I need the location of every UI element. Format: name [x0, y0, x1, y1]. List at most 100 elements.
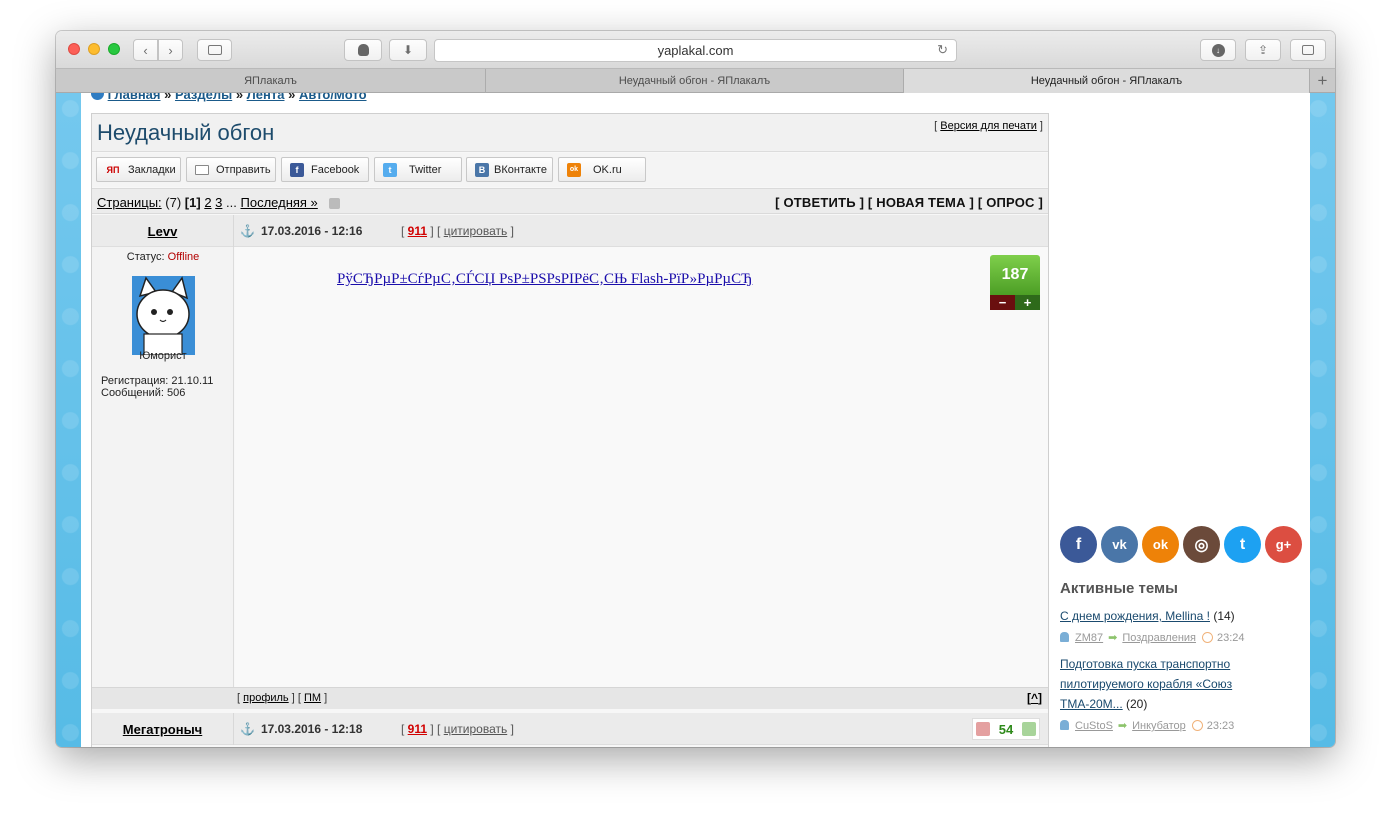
author-link[interactable]: Levv: [148, 224, 178, 239]
tab-title: ЯПлакалъ: [244, 75, 297, 87]
tab-topic-active[interactable]: Неудачный обгон - ЯПлакалъ: [904, 69, 1310, 93]
active-topic-item: Подготовка пуска транспортно пилотируемо…: [1060, 654, 1295, 714]
minus-icon: −: [998, 295, 1007, 310]
ok-icon[interactable]: ok: [1142, 526, 1179, 563]
sidebar-icon: [207, 45, 222, 55]
rating-plus-button[interactable]: +: [1015, 295, 1040, 310]
download-extension-button[interactable]: ⬇: [389, 39, 427, 61]
reply-button[interactable]: ОТВЕТИТЬ: [783, 195, 855, 210]
page-last-link[interactable]: Последняя »: [241, 195, 318, 210]
pm-link[interactable]: ПМ: [304, 692, 321, 704]
anchor-icon[interactable]: ⚓: [240, 722, 255, 736]
tab-topic-1[interactable]: Неудачный обгон - ЯПлакалъ: [486, 69, 904, 93]
profile-link[interactable]: профиль: [243, 692, 289, 704]
post-date: ⚓ 17.03.2016 - 12:18: [240, 722, 362, 736]
user-icon: [1060, 720, 1069, 730]
post-body: Статус: Offline Юморист Регистрация: 21.…: [92, 247, 1048, 687]
thumbs-down-icon[interactable]: [976, 722, 990, 736]
post-datetime: 17.03.2016 - 12:18: [260, 722, 363, 736]
post-author: Levv: [92, 215, 234, 247]
share-label: Закладки: [128, 163, 176, 176]
topic-user-link[interactable]: ZM87: [1075, 632, 1103, 644]
post-header: Levv ⚓ 17.03.2016 - 12:16 [ 911 ] [ цитир…: [92, 215, 1048, 247]
twitter-icon[interactable]: t: [1224, 526, 1261, 563]
home-icon[interactable]: [91, 93, 104, 100]
post-content: РўСЂРµР±СѓРµС‚СЃСЏ РѕР±РЅРѕРІРёС‚СЊ Flas…: [235, 247, 1048, 687]
thumbs-up-icon[interactable]: [1022, 722, 1036, 736]
active-topic-link[interactable]: С днем рождения, Mellina !: [1060, 609, 1210, 623]
browser-window: ‹ › ⬇ yaplakal.com ↻ ↓ ⇪ ЯПлакалъ Неудач…: [56, 31, 1335, 747]
pages-label[interactable]: Страницы:: [97, 195, 162, 210]
privacy-extension-button[interactable]: [344, 39, 382, 61]
zoom-window-button[interactable]: [108, 43, 120, 55]
address-bar[interactable]: yaplakal.com ↻: [434, 39, 957, 62]
poll-button[interactable]: ОПРОС: [986, 195, 1034, 210]
clock-icon: [1191, 720, 1203, 731]
new-topic-button[interactable]: НОВАЯ ТЕМА: [876, 195, 965, 210]
facebook-share-button[interactable]: f Facebook: [281, 157, 369, 182]
topic-section-link[interactable]: Инкубатор: [1132, 720, 1186, 732]
user-icon: [1060, 632, 1069, 642]
back-button[interactable]: ‹: [133, 39, 158, 61]
active-topic-link[interactable]: Подготовка пуска транспортно: [1060, 657, 1230, 671]
post-number-link[interactable]: 911: [408, 224, 427, 238]
instagram-icon[interactable]: ◎: [1183, 526, 1220, 563]
quote-link[interactable]: цитировать: [444, 722, 508, 736]
okru-share-button[interactable]: ok OK.ru: [558, 157, 646, 182]
page-2-link[interactable]: 2: [204, 195, 211, 210]
sidebar-toggle-button[interactable]: [197, 39, 232, 61]
anchor-icon[interactable]: ⚓: [240, 224, 255, 238]
post-flash-link[interactable]: РўСЂРµР±СѓРµС‚СЃСЏ РѕР±РЅРѕРІРёС‚СЊ Flas…: [337, 271, 752, 288]
close-window-button[interactable]: [68, 43, 80, 55]
yap-icon: ЯП: [106, 164, 120, 175]
scroll-top-link[interactable]: ^: [1031, 691, 1038, 705]
vk-icon[interactable]: vk: [1101, 526, 1138, 563]
facebook-icon[interactable]: f: [1060, 526, 1097, 563]
active-topic-meta: CuStoS ➡ Инкубатор 23:23: [1060, 719, 1234, 732]
rating-minus-button[interactable]: −: [990, 295, 1015, 310]
tab-yaplakal-home[interactable]: ЯПлакалъ: [56, 69, 486, 93]
reload-icon[interactable]: ↻: [937, 42, 948, 58]
active-topic-link[interactable]: ТМА-20М...: [1060, 697, 1123, 711]
twitter-icon: t: [383, 162, 397, 177]
new-tab-button[interactable]: +: [1310, 69, 1335, 93]
vkontakte-share-button[interactable]: В ВКонтакте: [466, 157, 553, 182]
print-version-link[interactable]: Версия для печати: [940, 120, 1037, 132]
browser-toolbar: ‹ › ⬇ yaplakal.com ↻ ↓ ⇪: [56, 31, 1335, 69]
googleplus-icon[interactable]: g+: [1265, 526, 1302, 563]
tabs-icon: [1302, 45, 1314, 55]
topic-section-link[interactable]: Поздравления: [1122, 632, 1196, 644]
post-number-link[interactable]: 911: [408, 722, 427, 736]
cat-avatar-icon: [132, 276, 195, 355]
active-topic-count: (20): [1126, 697, 1148, 711]
topic-user-link[interactable]: CuStoS: [1075, 720, 1113, 732]
page-viewport[interactable]: Главная » Разделы » Лента » Авто/Мото Не…: [56, 93, 1335, 747]
share-label: Facebook: [311, 163, 360, 176]
breadcrumb-feed[interactable]: Лента: [247, 93, 285, 102]
forward-button[interactable]: ›: [158, 39, 183, 61]
minimize-window-button[interactable]: [88, 43, 100, 55]
avatar[interactable]: [132, 276, 195, 355]
hand-icon: [357, 44, 369, 56]
twitter-share-button[interactable]: t Twitter: [374, 157, 462, 182]
tabs-overview-button[interactable]: [1290, 39, 1326, 61]
right-sidebar: f vk ok ◎ t g+ Активные темы С днем рожд…: [1060, 93, 1310, 747]
breadcrumb-auto-moto[interactable]: Авто/Мото: [299, 93, 367, 102]
pagination: Страницы: (7) [1] 2 3 ... Последняя »: [97, 195, 341, 210]
bookmarks-share-button[interactable]: ЯП Закладки: [96, 157, 181, 182]
quote-link[interactable]: цитировать: [444, 224, 508, 238]
active-topics-heading: Активные темы: [1060, 580, 1178, 597]
pages-dropdown-icon[interactable]: [329, 198, 341, 209]
page-current: [1]: [184, 195, 201, 210]
breadcrumb-sections[interactable]: Разделы: [175, 93, 232, 102]
share-button[interactable]: ⇪: [1245, 39, 1281, 61]
author-status: Статус: Offline: [92, 251, 234, 263]
post-footer: [ профиль ] [ ПМ ] [^]: [92, 687, 1048, 709]
email-share-button[interactable]: Отправить: [186, 157, 276, 182]
print-version: [ Версия для печати ]: [934, 120, 1043, 132]
breadcrumb-home[interactable]: Главная: [108, 93, 161, 102]
author-link[interactable]: Мегатроныч: [123, 722, 202, 737]
page-3-link[interactable]: 3: [215, 195, 222, 210]
downloads-button[interactable]: ↓: [1200, 39, 1236, 61]
active-topic-link[interactable]: пилотируемого корабля «Союз: [1060, 677, 1232, 691]
